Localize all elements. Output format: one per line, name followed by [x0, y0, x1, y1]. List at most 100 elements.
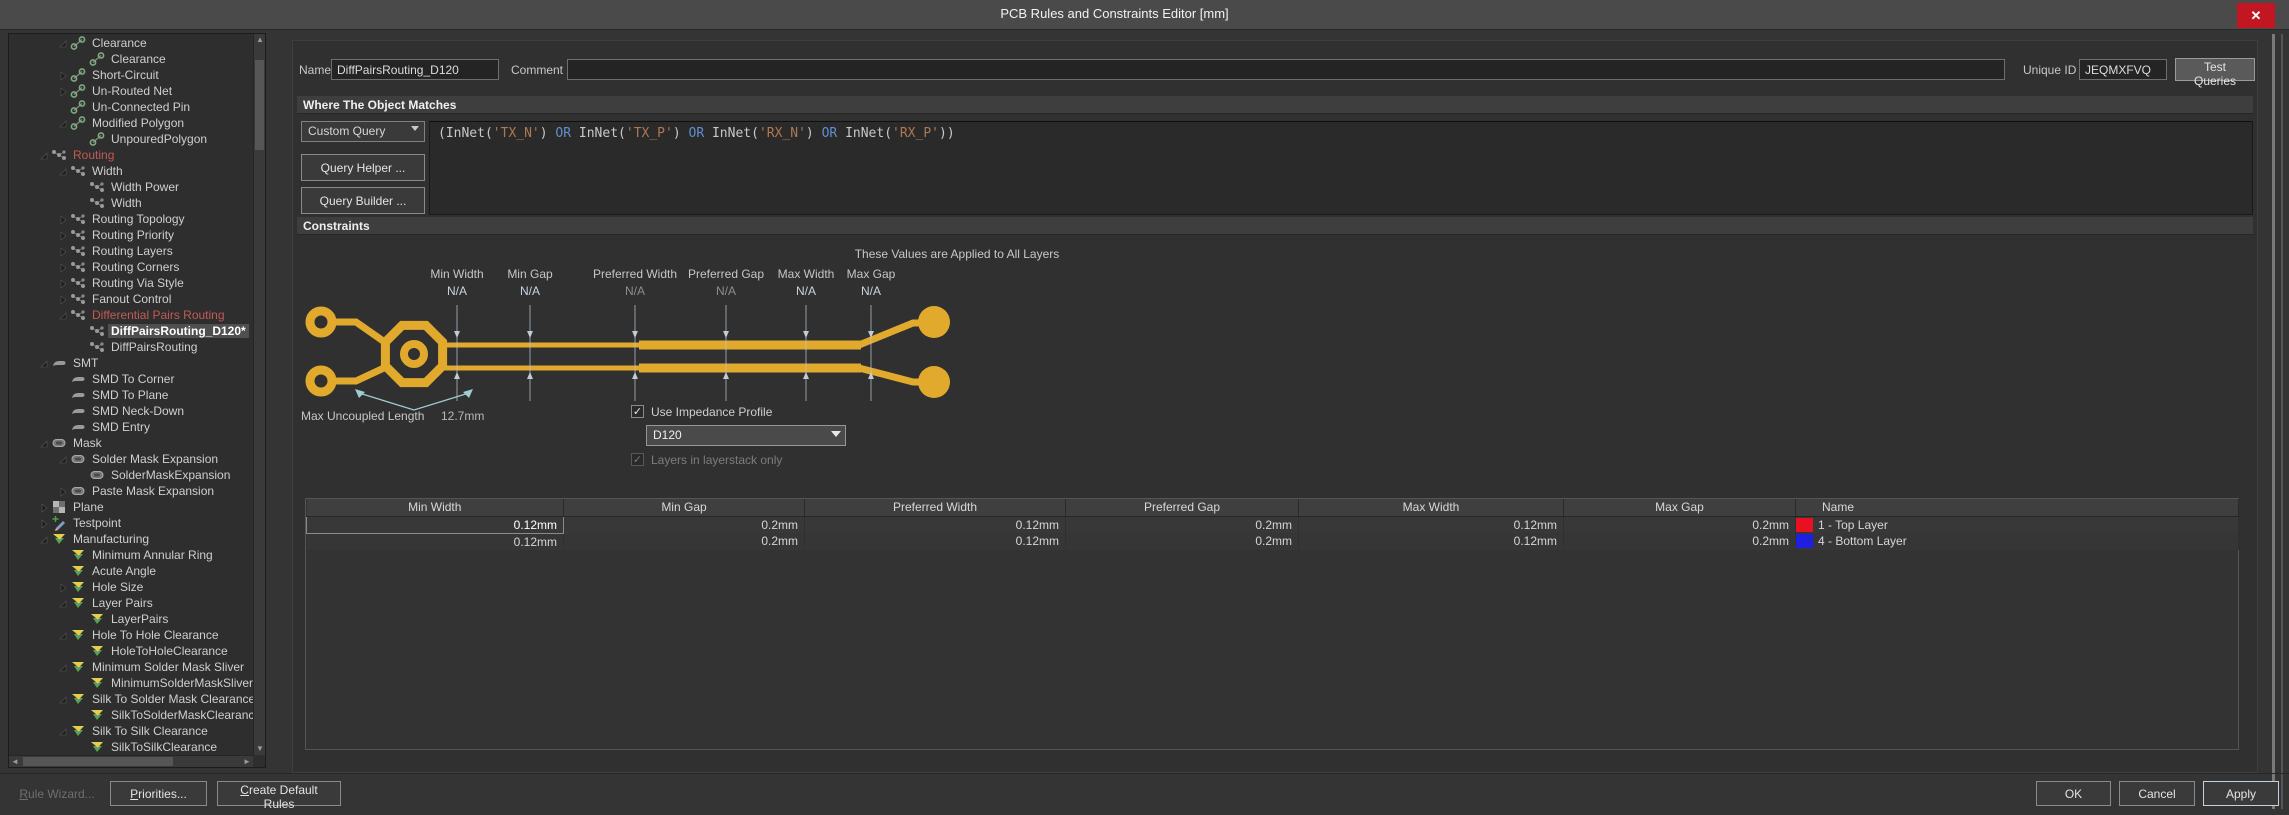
tree-item-smd-to-plane[interactable]: SMD To Plane: [9, 387, 253, 403]
tree-item-holetoholeclearance[interactable]: HoleToHoleClearance: [9, 643, 253, 659]
apply-button[interactable]: Apply: [2203, 781, 2279, 806]
expand-arrow-icon[interactable]: [58, 230, 70, 240]
tree-item-silktosilkclearance[interactable]: SilkToSilkClearance: [9, 739, 253, 755]
tree-item-layer-pairs[interactable]: Layer Pairs: [9, 595, 253, 611]
table-header-min-width[interactable]: Min Width: [307, 499, 564, 516]
scroll-down-icon[interactable]: ▼: [254, 743, 266, 755]
tree-item-silk-to-solder-mask-clearance[interactable]: Silk To Solder Mask Clearance: [9, 691, 253, 707]
tree-item-hole-to-hole-clearance[interactable]: Hole To Hole Clearance: [9, 627, 253, 643]
constraint-cell[interactable]: 0.12mm: [307, 533, 564, 550]
collapse-arrow-icon[interactable]: [39, 358, 51, 368]
tree-item-solder-mask-expansion[interactable]: Solder Mask Expansion: [9, 451, 253, 467]
tree-item-routing-corners[interactable]: Routing Corners: [9, 259, 253, 275]
name-input[interactable]: [331, 59, 499, 80]
expand-arrow-icon[interactable]: [58, 262, 70, 272]
tree-item-manufacturing[interactable]: Manufacturing: [9, 531, 253, 547]
tree-item-differential-pairs-routing[interactable]: Differential Pairs Routing: [9, 307, 253, 323]
collapse-arrow-icon[interactable]: [58, 166, 70, 176]
table-header-preferred-width[interactable]: Preferred Width: [805, 499, 1066, 516]
expand-arrow-icon[interactable]: [39, 518, 51, 528]
tree-item-minimum-solder-mask-sliver[interactable]: Minimum Solder Mask Sliver: [9, 659, 253, 675]
tree-item-silk-to-silk-clearance[interactable]: Silk To Silk Clearance: [9, 723, 253, 739]
cancel-button[interactable]: Cancel: [2119, 781, 2195, 806]
table-header-max-width[interactable]: Max Width: [1299, 499, 1564, 516]
tree-item-short-circuit[interactable]: Short-Circuit: [9, 67, 253, 83]
collapse-arrow-icon[interactable]: [58, 726, 70, 736]
tree-item-silktosoldermaskclearance[interactable]: SilkToSolderMaskClearance: [9, 707, 253, 723]
expand-arrow-icon[interactable]: [39, 502, 51, 512]
use-impedance-profile-checkbox[interactable]: ✓: [631, 405, 644, 418]
priorities-button[interactable]: Priorities...: [110, 781, 207, 806]
tree-horizontal-scrollbar[interactable]: ◄ ►: [9, 755, 253, 767]
expand-arrow-icon[interactable]: [58, 246, 70, 256]
collapse-arrow-icon[interactable]: [39, 438, 51, 448]
tree-item-smt[interactable]: SMT: [9, 355, 253, 371]
tree-item-hole-size[interactable]: Hole Size: [9, 579, 253, 595]
tree-item-minimumsoldermasksliver[interactable]: MinimumSolderMaskSliver: [9, 675, 253, 691]
tree-item-un-routed-net[interactable]: Un-Routed Net: [9, 83, 253, 99]
scroll-right-icon[interactable]: ►: [241, 756, 253, 768]
tree-item-routing-topology[interactable]: Routing Topology: [9, 211, 253, 227]
collapse-arrow-icon[interactable]: [58, 598, 70, 608]
tree-item-width[interactable]: Width: [9, 195, 253, 211]
tree-item-mask[interactable]: Mask: [9, 435, 253, 451]
tree-item-paste-mask-expansion[interactable]: Paste Mask Expansion: [9, 483, 253, 499]
expand-arrow-icon[interactable]: [58, 486, 70, 496]
collapse-arrow-icon[interactable]: [58, 454, 70, 464]
table-header-preferred-gap[interactable]: Preferred Gap: [1066, 499, 1299, 516]
tree-item-routing-via-style[interactable]: Routing Via Style: [9, 275, 253, 291]
expand-arrow-icon[interactable]: [58, 582, 70, 592]
ok-button[interactable]: OK: [2036, 781, 2111, 806]
tree-item-acute-angle[interactable]: Acute Angle: [9, 563, 253, 579]
tree-item-routing-layers[interactable]: Routing Layers: [9, 243, 253, 259]
constraint-cell[interactable]: 0.2mm: [1564, 533, 1796, 550]
close-button[interactable]: ✕: [2237, 3, 2275, 28]
query-builder-button[interactable]: Query Builder ...: [301, 187, 425, 214]
constraint-cell[interactable]: 0.12mm: [805, 516, 1066, 533]
collapse-arrow-icon[interactable]: [58, 118, 70, 128]
constraint-cell[interactable]: 0.2mm: [564, 516, 805, 533]
tree-item-routing-priority[interactable]: Routing Priority: [9, 227, 253, 243]
tree-item-testpoint[interactable]: Testpoint: [9, 515, 253, 531]
tree-item-width-power[interactable]: Width Power: [9, 179, 253, 195]
unique-id-input[interactable]: [2079, 59, 2167, 80]
table-header-min-gap[interactable]: Min Gap: [564, 499, 805, 516]
collapse-arrow-icon[interactable]: [58, 310, 70, 320]
scroll-up-icon[interactable]: ▲: [254, 34, 266, 46]
create-default-rules-button[interactable]: Create Default Rules: [217, 781, 341, 806]
tree-item-fanout-control[interactable]: Fanout Control: [9, 291, 253, 307]
collapse-arrow-icon[interactable]: [39, 534, 51, 544]
table-header-max-gap[interactable]: Max Gap: [1564, 499, 1796, 516]
tree-item-clearance[interactable]: Clearance: [9, 35, 253, 51]
custom-query-editor[interactable]: (InNet('TX_N') OR InNet('TX_P') OR InNet…: [429, 121, 2253, 215]
tree-item-minimum-annular-ring[interactable]: Minimum Annular Ring: [9, 547, 253, 563]
expand-arrow-icon[interactable]: [58, 214, 70, 224]
tree-item-unpouredpolygon[interactable]: UnpouredPolygon: [9, 131, 253, 147]
constraint-cell[interactable]: 0.12mm: [805, 533, 1066, 550]
scrollbar-thumb[interactable]: [255, 60, 264, 150]
collapse-arrow-icon[interactable]: [39, 150, 51, 160]
constraint-cell[interactable]: 0.2mm: [1066, 533, 1299, 550]
tree-item-clearance[interactable]: Clearance: [9, 51, 253, 67]
constraint-cell[interactable]: 0.2mm: [564, 533, 805, 550]
constraint-cell[interactable]: 0.12mm: [307, 516, 564, 533]
tree-item-smd-entry[interactable]: SMD Entry: [9, 419, 253, 435]
expand-arrow-icon[interactable]: [58, 86, 70, 96]
constraint-cell[interactable]: 0.12mm: [1299, 533, 1564, 550]
tree-item-soldermaskexpansion[interactable]: SolderMaskExpansion: [9, 467, 253, 483]
collapse-arrow-icon[interactable]: [58, 38, 70, 48]
tree-item-width[interactable]: Width: [9, 163, 253, 179]
tree-item-diffpairsrouting[interactable]: DiffPairsRouting: [9, 339, 253, 355]
table-header-name[interactable]: Name: [1796, 499, 2239, 516]
tree-item-smd-neck-down[interactable]: SMD Neck-Down: [9, 403, 253, 419]
expand-arrow-icon[interactable]: [58, 70, 70, 80]
impedance-profile-select[interactable]: D120: [646, 425, 846, 446]
tree-item-modified-polygon[interactable]: Modified Polygon: [9, 115, 253, 131]
comment-input[interactable]: [567, 59, 2005, 80]
query-helper-button[interactable]: Query Helper ...: [301, 154, 425, 181]
scroll-left-icon[interactable]: ◄: [9, 756, 21, 768]
tree-item-diffpairsrouting-d120[interactable]: DiffPairsRouting_D120*: [9, 323, 253, 339]
tree-item-plane[interactable]: Plane: [9, 499, 253, 515]
collapse-arrow-icon[interactable]: [58, 630, 70, 640]
tree-item-smd-to-corner[interactable]: SMD To Corner: [9, 371, 253, 387]
